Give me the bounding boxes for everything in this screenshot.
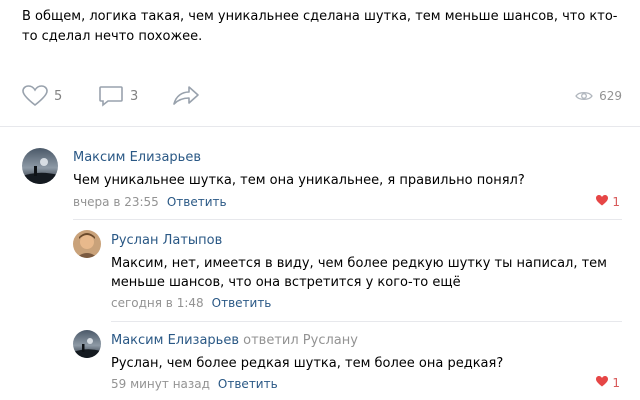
replied-to[interactable]: ответил Руслану — [243, 333, 358, 348]
share-button[interactable] — [172, 84, 200, 108]
reply-link[interactable]: Ответить — [218, 377, 278, 391]
heart-icon — [596, 376, 609, 390]
reply-link[interactable]: Ответить — [212, 296, 272, 310]
comment-time[interactable]: вчера в 23:55 — [73, 195, 159, 209]
comment-icon — [98, 85, 124, 107]
comment-like-count: 1 — [612, 376, 620, 390]
comment-like-count: 1 — [612, 195, 620, 209]
comment-like-button[interactable]: 1 — [596, 195, 620, 209]
avatar[interactable] — [73, 330, 101, 358]
comment-time[interactable]: 59 минут назад — [111, 377, 210, 391]
comment-text: Чем уникальнее шутка, тем она уникальнее… — [73, 173, 525, 188]
like-count: 5 — [54, 88, 63, 104]
post-text: В общем, логика такая, чем уникальнее сд… — [22, 9, 618, 44]
comment-button[interactable]: 3 — [98, 84, 138, 108]
avatar[interactable] — [22, 148, 58, 184]
comment-like-button[interactable]: 1 — [596, 376, 620, 390]
comment-meta: 59 минут назад Ответить — [111, 377, 278, 391]
divider — [0, 126, 640, 127]
author-name[interactable]: Максим Елизарьев — [111, 333, 239, 348]
share-icon — [172, 85, 200, 107]
comment-time[interactable]: сегодня в 1:48 — [111, 296, 204, 310]
comment-text: Максим, нет, имеется в виду, чем более р… — [111, 256, 607, 290]
comment-author: Максим Елизарьев ответил Руслану — [111, 333, 358, 348]
divider — [111, 321, 622, 322]
avatar[interactable] — [73, 230, 101, 258]
post-action-bar: 5 3 629 — [22, 84, 622, 108]
views-counter: 629 — [575, 84, 622, 108]
comment-meta: сегодня в 1:48 Ответить — [111, 296, 271, 310]
like-button[interactable]: 5 — [22, 84, 62, 108]
reply-link[interactable]: Ответить — [167, 195, 227, 209]
divider — [73, 219, 622, 220]
comment-meta: вчера в 23:55 Ответить — [73, 195, 227, 209]
eye-icon — [575, 87, 593, 106]
comment-text: Руслан, чем более редкая шутка, тем боле… — [111, 356, 504, 371]
views-count: 629 — [599, 89, 622, 103]
heart-icon — [596, 195, 609, 209]
comment-author[interactable]: Максим Елизарьев — [73, 150, 201, 165]
comment-count: 3 — [130, 88, 139, 104]
comment-author[interactable]: Руслан Латыпов — [111, 233, 222, 248]
heart-icon — [22, 85, 48, 107]
